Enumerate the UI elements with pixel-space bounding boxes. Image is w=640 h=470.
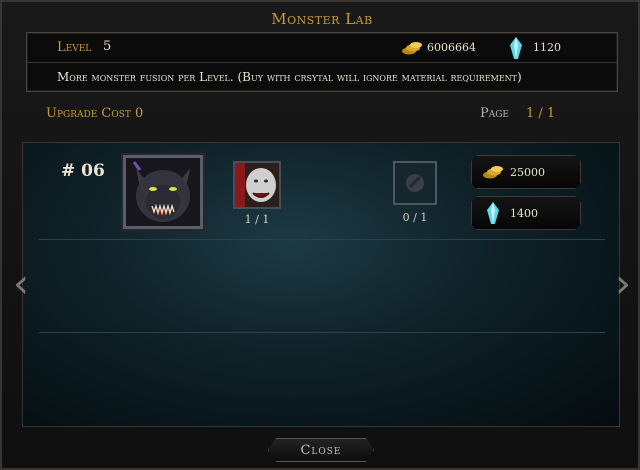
gold-cost: 25000 xyxy=(510,166,545,179)
werewolf-portrait[interactable] xyxy=(123,155,203,229)
crystal-cost: 1400 xyxy=(510,207,538,220)
upgrade-cost: Upgrade Cost 0 xyxy=(46,106,144,121)
row-divider xyxy=(39,332,605,333)
entry-number: # 06 xyxy=(61,161,105,181)
gold-icon xyxy=(482,164,504,184)
close-button[interactable]: Close xyxy=(268,438,374,462)
crystal-icon xyxy=(509,37,523,63)
page-indicator: 1 / 1 xyxy=(526,106,556,121)
level-value: 5 xyxy=(103,39,112,54)
crystal-amount: 1120 xyxy=(533,41,561,54)
info-row: Level 5 6006664 1120 xyxy=(27,33,617,63)
description-text: More monster fusion per Level. (Buy with… xyxy=(57,70,522,84)
arrow-right-icon[interactable]: › xyxy=(614,264,632,304)
monster-lab-window: Monster Lab Level 5 6006664 1120 More mo… xyxy=(0,0,640,470)
empty-material-slot-icon[interactable] xyxy=(393,161,437,205)
page-label: Page xyxy=(480,106,510,121)
title-bar: Monster Lab xyxy=(2,2,640,34)
monster-list: # 06 1 / 1 0 / 1 25000 1400 xyxy=(22,142,620,427)
row-divider xyxy=(39,239,605,240)
arrow-left-icon[interactable]: ‹ xyxy=(12,264,30,304)
buy-with-crystal-button[interactable]: 1400 xyxy=(471,196,581,230)
close-label: Close xyxy=(300,443,342,458)
material-count: 1 / 1 xyxy=(244,213,270,226)
gold-icon xyxy=(401,40,423,60)
info-panel: Level 5 6006664 1120 More monster fusion… xyxy=(26,32,618,92)
level-label: Level xyxy=(57,40,92,55)
gold-amount: 6006664 xyxy=(427,41,476,54)
window-title: Monster Lab xyxy=(271,10,373,28)
white-beast-portrait[interactable] xyxy=(233,161,281,209)
buy-with-gold-button[interactable]: 25000 xyxy=(471,155,581,189)
slot-count: 0 / 1 xyxy=(402,211,428,224)
crystal-icon xyxy=(486,202,500,228)
